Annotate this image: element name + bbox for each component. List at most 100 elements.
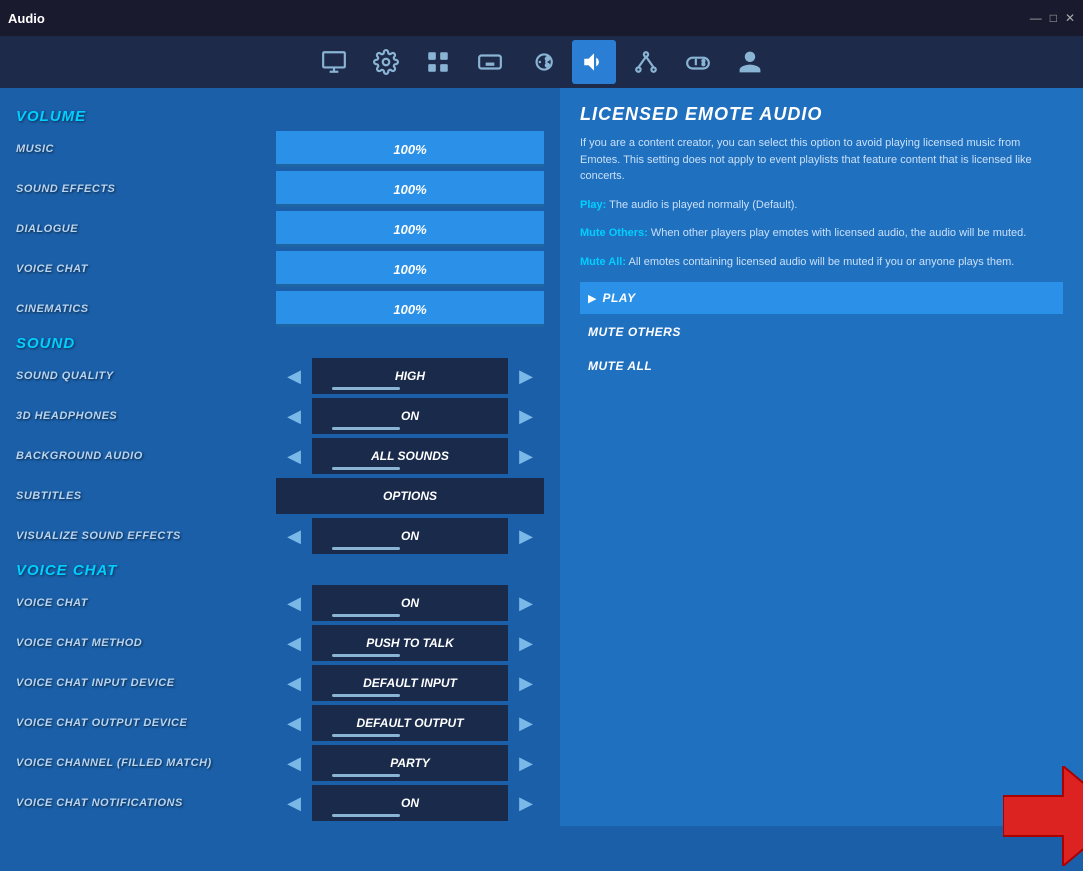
voice-chat-input-slider [332, 694, 401, 697]
right-panel: LICENSED EMOTE AUDIO If you are a conten… [560, 88, 1083, 826]
headphones-selector: ◀ ON ▶ [276, 398, 544, 434]
nav-display[interactable] [416, 40, 460, 84]
voice-notifications-value: ON [312, 785, 508, 821]
cinematics-label: CINEMATICS [16, 303, 276, 315]
titlebar-controls: — □ ✕ [1030, 11, 1075, 25]
mute-all-highlight: Mute All: [580, 256, 626, 268]
subtitles-options-btn[interactable]: OPTIONS [276, 478, 544, 514]
headphones-row: 3D HEADPHONES ◀ ON ▶ [16, 398, 544, 434]
voice-chat-label: VOICE CHAT [16, 597, 276, 609]
cinematics-row: CINEMATICS 100% [16, 291, 544, 327]
play-arrow-icon: ▶ [588, 292, 596, 305]
nav-settings[interactable] [364, 40, 408, 84]
mute-others-desc-text: When other players play emotes with lice… [651, 227, 1026, 239]
option-mute-all[interactable]: MUTE ALL [580, 350, 1063, 382]
voice-chat-output-label: VOICE CHAT OUTPUT DEVICE [16, 717, 276, 729]
background-audio-label: BACKGROUND AUDIO [16, 450, 276, 462]
sound-effects-row: SOUND EFFECTS 100% [16, 171, 544, 207]
sound-quality-value: HIGH [312, 358, 508, 394]
voice-chat-output-slider [332, 734, 401, 737]
music-label: MUSIC [16, 143, 276, 155]
dialogue-row: DIALOGUE 100% [16, 211, 544, 247]
voice-chat-input-value: DEFAULT INPUT [312, 665, 508, 701]
voice-chat-left-arrow[interactable]: ◀ [276, 585, 312, 621]
nav-network[interactable] [624, 40, 668, 84]
music-volume-bar[interactable]: 100% [276, 131, 544, 167]
option-play[interactable]: ▶ PLAY [580, 282, 1063, 314]
voice-chat-method-label: VOICE CHAT METHOD [16, 637, 276, 649]
panel-mute-all-text: Mute All: All emotes containing licensed… [580, 254, 1063, 271]
voice-chat-method-left-arrow[interactable]: ◀ [276, 625, 312, 661]
background-audio-left-arrow[interactable]: ◀ [276, 438, 312, 474]
sound-quality-selector: ◀ HIGH ▶ [276, 358, 544, 394]
voice-chat-section-header: VOICE CHAT [16, 562, 544, 579]
volume-section-header: VOLUME [16, 108, 544, 125]
nav-keyboard[interactable] [468, 40, 512, 84]
panel-mute-others-section: Mute Others: When other players play emo… [580, 225, 1063, 242]
headphones-left-arrow[interactable]: ◀ [276, 398, 312, 434]
panel-mute-others-text: Mute Others: When other players play emo… [580, 225, 1063, 242]
option-mute-others[interactable]: MUTE OTHERS [580, 316, 1063, 348]
background-audio-row: BACKGROUND AUDIO ◀ ALL SOUNDS ▶ [16, 438, 544, 474]
background-audio-slider [332, 467, 401, 470]
voice-chat-volume-bar[interactable]: 100% [276, 251, 544, 287]
nav-audio[interactable] [572, 40, 616, 84]
voice-notifications-label: VOICE CHAT NOTIFICATIONS [16, 797, 276, 809]
sound-quality-row: SOUND QUALITY ◀ HIGH ▶ [16, 358, 544, 394]
voice-chat-output-left-arrow[interactable]: ◀ [276, 705, 312, 741]
background-audio-value: ALL SOUNDS [312, 438, 508, 474]
maximize-button[interactable]: □ [1050, 11, 1057, 25]
panel-mute-all-section: Mute All: All emotes containing licensed… [580, 254, 1063, 271]
headphones-slider [332, 427, 401, 430]
voice-channel-label: VOICE CHANNEL (FILLED MATCH) [16, 757, 276, 769]
visualize-slider [332, 547, 401, 550]
cinematics-volume-bar[interactable]: 100% [276, 291, 544, 327]
dialogue-volume-bar[interactable]: 100% [276, 211, 544, 247]
voice-notifications-slider [332, 814, 401, 817]
navbar [0, 36, 1083, 88]
nav-controller-alt[interactable] [520, 40, 564, 84]
sound-quality-left-arrow[interactable]: ◀ [276, 358, 312, 394]
visualize-value: ON [312, 518, 508, 554]
panel-description: If you are a content creator, you can se… [580, 135, 1063, 185]
options-list: ▶ PLAY MUTE OTHERS MUTE ALL [580, 282, 1063, 382]
visualize-left-arrow[interactable]: ◀ [276, 518, 312, 554]
voice-chat-output-value: DEFAULT OUTPUT [312, 705, 508, 741]
voice-channel-row: VOICE CHANNEL (FILLED MATCH) ◀ PARTY ▶ [16, 745, 544, 781]
headphones-label: 3D HEADPHONES [16, 410, 276, 422]
titlebar-left: Audio [8, 11, 45, 26]
background-audio-right-arrow[interactable]: ▶ [508, 438, 544, 474]
visualize-right-arrow[interactable]: ▶ [508, 518, 544, 554]
voice-notifications-left-arrow[interactable]: ◀ [276, 785, 312, 821]
nav-profile[interactable] [728, 40, 772, 84]
visualize-selector: ◀ ON ▶ [276, 518, 544, 554]
dialogue-label: DIALOGUE [16, 223, 276, 235]
voice-chat-input-right-arrow[interactable]: ▶ [508, 665, 544, 701]
voice-chat-input-row: VOICE CHAT INPUT DEVICE ◀ DEFAULT INPUT … [16, 665, 544, 701]
voice-channel-slider [332, 774, 401, 777]
subtitles-label: SUBTITLES [16, 490, 276, 502]
play-highlight: Play: [580, 199, 606, 211]
voice-chat-slider [332, 614, 401, 617]
voice-chat-input-left-arrow[interactable]: ◀ [276, 665, 312, 701]
voice-chat-right-arrow[interactable]: ▶ [508, 585, 544, 621]
mute-all-desc-text: All emotes containing licensed audio wil… [628, 256, 1014, 268]
minimize-button[interactable]: — [1030, 11, 1042, 25]
sound-effects-volume-bar[interactable]: 100% [276, 171, 544, 207]
voice-chat-selector: ◀ ON ▶ [276, 585, 544, 621]
sound-effects-label: SOUND EFFECTS [16, 183, 276, 195]
voice-notifications-row: VOICE CHAT NOTIFICATIONS ◀ ON ▶ [16, 785, 544, 821]
voice-notifications-right-arrow[interactable]: ▶ [508, 785, 544, 821]
voice-channel-right-arrow[interactable]: ▶ [508, 745, 544, 781]
headphones-right-arrow[interactable]: ▶ [508, 398, 544, 434]
voice-chat-output-right-arrow[interactable]: ▶ [508, 705, 544, 741]
close-button[interactable]: ✕ [1065, 11, 1075, 25]
option-mute-others-label: MUTE OTHERS [588, 325, 681, 339]
nav-monitor[interactable] [312, 40, 356, 84]
voice-channel-left-arrow[interactable]: ◀ [276, 745, 312, 781]
left-panel: VOLUME MUSIC 100% SOUND EFFECTS 100% DIA… [0, 88, 560, 826]
sound-quality-slider [332, 387, 401, 390]
nav-gamepad[interactable] [676, 40, 720, 84]
sound-quality-right-arrow[interactable]: ▶ [508, 358, 544, 394]
voice-chat-method-right-arrow[interactable]: ▶ [508, 625, 544, 661]
